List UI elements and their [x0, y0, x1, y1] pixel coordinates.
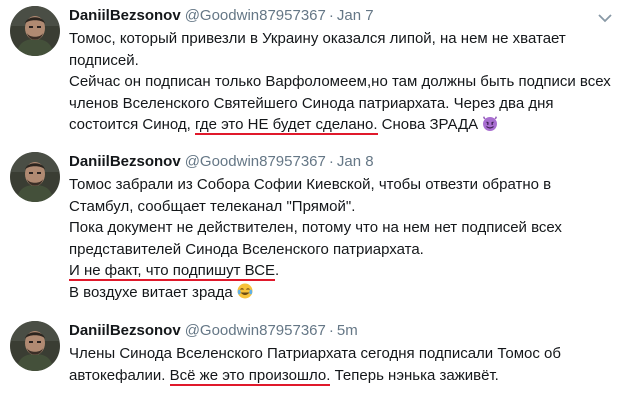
tweet-text-line: подписей. — [69, 50, 614, 72]
author-name[interactable]: DaniilBezsonov — [69, 7, 181, 24]
tweet-text-line: членов Вселенского Святейшего Синода пат… — [69, 93, 614, 115]
tweet-text-line: автокефалии. Всё же это произошло. Тепер… — [69, 365, 614, 387]
tweet-text: Томос забрали из Собора Софии Киевской, … — [69, 174, 614, 304]
avatar[interactable] — [10, 152, 60, 202]
tweet-text-line: В воздухе витает зрада — [69, 282, 614, 304]
text-segment: представителей Синода Вселенского патриа… — [69, 240, 424, 258]
text-segment: Стамбул, сообщает телеканал "Прямой". — [69, 197, 356, 215]
text-segment: подписей. — [69, 51, 139, 69]
avatar[interactable] — [10, 321, 60, 371]
tweet[interactable]: DaniilBezsonov @Goodwin87957367 · Jan 8 Том… — [0, 146, 624, 312]
separator-dot: · — [328, 7, 334, 24]
highlighted-text: И не факт, что подпишут ВСЕ — [69, 262, 276, 282]
text-segment: В воздухе витает зрада — [69, 283, 233, 301]
highlighted-text: где это НЕ будет сделано. — [195, 116, 378, 136]
text-segment: Теперь нэнька заживёт. — [330, 366, 499, 384]
tears-of-joy-icon — [236, 282, 254, 300]
tweet-text-line: Томос, который привезли в Украину оказал… — [69, 28, 614, 50]
text-segment: Сейчас он подписан только Варфоломеем,но… — [69, 73, 611, 91]
separator-dot: · — [328, 153, 334, 170]
avatar[interactable] — [10, 6, 60, 56]
tweet-text-line: И не факт, что подпишут ВСЕ. — [69, 260, 614, 282]
tweet-text-line: Члены Синода Вселенского Патриархата сег… — [69, 343, 614, 365]
text-segment: членов Вселенского Святейшего Синода пат… — [69, 94, 554, 112]
tweet-text-line: представителей Синода Вселенского патриа… — [69, 239, 614, 261]
author-name[interactable]: DaniilBezsonov — [69, 153, 181, 170]
tweet-header: DaniilBezsonov @Goodwin87957367 · Jan 8 — [69, 152, 374, 172]
tweet-timestamp[interactable]: Jan 7 — [337, 7, 374, 24]
text-segment: Члены Синода Вселенского Патриархата сег… — [69, 345, 561, 362]
text-segment: . — [275, 262, 280, 280]
tweet-header: DaniilBezsonov @Goodwin87957367 · Jan 7 — [69, 6, 374, 26]
tweet-timestamp[interactable]: 5m — [337, 322, 358, 339]
tweet-text: Томос, который привезли в Украину оказал… — [69, 28, 614, 136]
tweet-text: Члены Синода Вселенского Патриархата сег… — [69, 343, 614, 386]
author-name[interactable]: DaniilBezsonov — [69, 322, 181, 339]
text-segment: Томос, который привезли в Украину оказал… — [69, 30, 566, 47]
tweet-text-line: Томос забрали из Собора Софии Киевской, … — [69, 174, 614, 196]
author-handle[interactable]: @Goodwin87957367 — [185, 322, 326, 339]
text-segment: Снова ЗРАДА — [377, 116, 479, 134]
author-handle[interactable]: @Goodwin87957367 — [185, 153, 326, 170]
tweet[interactable]: DaniilBezsonov @Goodwin87957367 · 5m Члены … — [0, 315, 624, 401]
tweet[interactable]: DaniilBezsonov @Goodwin87957367 · Jan 7 Том… — [0, 0, 624, 146]
tweet-text-line: Стамбул, сообщает телеканал "Прямой". — [69, 196, 614, 218]
text-segment: состоится Синод, — [69, 116, 196, 134]
text-segment: Пока документ не действителен, потому чт… — [69, 219, 562, 237]
chevron-down-icon[interactable] — [598, 10, 612, 23]
smiling-devil-icon — [481, 114, 499, 132]
tweet-header: DaniilBezsonov @Goodwin87957367 · 5m — [69, 321, 358, 341]
author-handle[interactable]: @Goodwin87957367 — [185, 7, 326, 24]
text-segment: автокефалии. — [69, 366, 170, 384]
text-segment: Томос забрали из Собора Софии Киевской, … — [69, 176, 552, 193]
separator-dot: · — [328, 322, 334, 339]
tweet-text-line: состоится Синод, где это НЕ будет сделан… — [69, 114, 614, 136]
highlighted-text: Всё же это произошло. — [169, 366, 331, 386]
tweet-text-line: Пока документ не действителен, потому чт… — [69, 217, 614, 239]
tweet-timestamp[interactable]: Jan 8 — [337, 153, 374, 170]
tweet-text-line: Сейчас он подписан только Варфоломеем,но… — [69, 71, 614, 93]
